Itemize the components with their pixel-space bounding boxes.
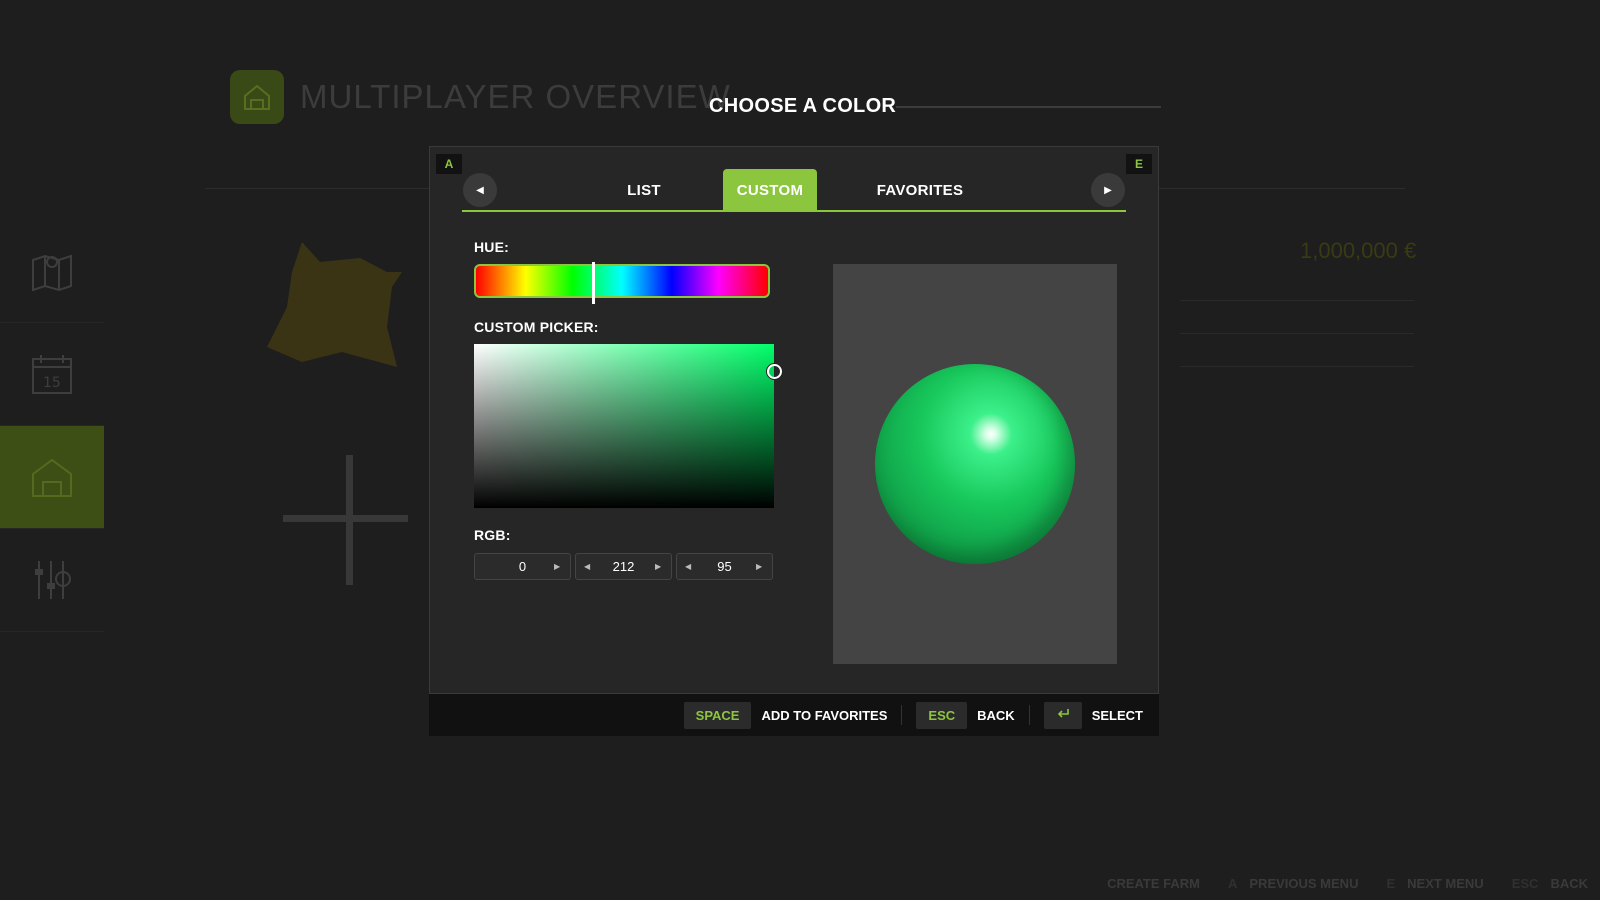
dialog-button-bar: SPACE ADD TO FAVORITES ESC BACK SELECT xyxy=(429,694,1159,736)
background-row-line xyxy=(1180,300,1414,301)
background-sidebar: 15 xyxy=(0,220,104,632)
sidebar-item-settings xyxy=(0,529,104,632)
increment-icon[interactable]: ▶ xyxy=(554,562,562,571)
green-stepper[interactable]: ◀ 212 ▶ xyxy=(575,553,672,580)
settings-sliders-icon xyxy=(35,561,71,599)
decrement-icon[interactable]: ◀ xyxy=(685,562,693,571)
dialog-title: CHOOSE A COLOR xyxy=(709,95,897,117)
add-to-favorites-button[interactable]: ADD TO FAVORITES xyxy=(761,708,887,723)
increment-icon[interactable]: ▶ xyxy=(655,562,663,571)
button-separator xyxy=(1028,705,1030,725)
cow-icon xyxy=(267,242,402,367)
background-row-line xyxy=(1180,366,1414,367)
tab-list[interactable]: LIST xyxy=(602,169,686,211)
space-key-badge[interactable]: SPACE xyxy=(683,701,752,729)
button-separator xyxy=(901,705,903,725)
sidebar-item-farms xyxy=(0,426,104,529)
red-stepper[interactable]: 0 ▶ xyxy=(474,553,571,580)
background-row-line xyxy=(1180,333,1414,334)
footer-back: ESC BACK xyxy=(1511,876,1588,891)
calendar-icon: 15 xyxy=(32,355,72,394)
map-icon xyxy=(32,254,72,292)
hue-slider[interactable] xyxy=(474,262,770,304)
green-value: 212 xyxy=(612,559,635,574)
decrement-icon[interactable]: ◀ xyxy=(584,562,592,571)
footer-create-farm: CREATE FARM xyxy=(1107,876,1200,891)
saturation-value-picker[interactable] xyxy=(474,344,782,508)
dialog-title-line xyxy=(896,106,1161,108)
back-button[interactable]: BACK xyxy=(977,708,1015,723)
increment-icon[interactable]: ▶ xyxy=(756,562,764,571)
background-header: MULTIPLAYER OVERVIEW xyxy=(230,70,731,124)
color-preview-sphere xyxy=(875,364,1075,564)
background-page-title: MULTIPLAYER OVERVIEW xyxy=(300,78,731,115)
blue-value: 95 xyxy=(717,559,732,574)
tab-underline xyxy=(462,210,1126,212)
select-button[interactable]: SELECT xyxy=(1092,708,1143,723)
color-preview-panel xyxy=(833,264,1117,664)
sidebar-item-calendar: 15 xyxy=(0,323,104,426)
background-money: 1,000,000 € xyxy=(1300,238,1417,263)
enter-icon[interactable] xyxy=(1043,701,1082,729)
svg-text:15: 15 xyxy=(43,375,61,391)
tab-bar: LIST CUSTOM FAVORITES xyxy=(430,169,1158,211)
color-picker-dialog: A E ◀ ▶ LIST CUSTOM FAVORITES HUE: CUSTO… xyxy=(429,146,1159,694)
tab-favorites[interactable]: FAVORITES xyxy=(858,169,982,211)
sidebar-item-map xyxy=(0,220,104,323)
picker-handle[interactable] xyxy=(767,364,782,379)
farm-icon xyxy=(32,458,72,497)
hue-label: HUE: xyxy=(474,239,510,255)
tab-custom[interactable]: CUSTOM xyxy=(723,169,817,211)
custom-picker-label: CUSTOM PICKER: xyxy=(474,319,599,335)
blue-stepper[interactable]: ◀ 95 ▶ xyxy=(676,553,773,580)
esc-key-badge[interactable]: ESC xyxy=(916,701,968,729)
rgb-label: RGB: xyxy=(474,527,511,543)
background-footer: CREATE FARM A PREVIOUS MENU E NEXT MENU ES… xyxy=(1095,876,1588,891)
hue-slider-handle[interactable] xyxy=(591,262,595,304)
footer-next-menu: E NEXT MENU xyxy=(1386,876,1484,891)
footer-previous-menu: A PREVIOUS MENU xyxy=(1228,876,1359,891)
farm-building-icon xyxy=(230,70,284,124)
rgb-inputs: 0 ▶ ◀ 212 ▶ ◀ 95 ▶ xyxy=(474,553,773,580)
add-farm-plus-horizontal xyxy=(283,515,408,522)
red-value: 0 xyxy=(518,559,527,574)
